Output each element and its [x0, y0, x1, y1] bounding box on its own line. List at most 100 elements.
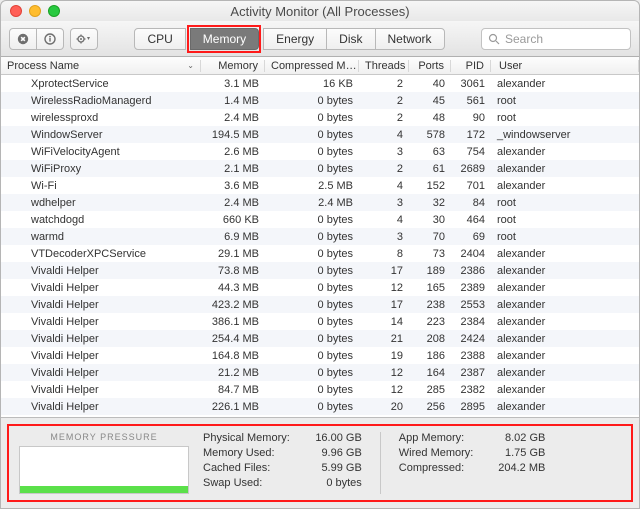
- cell-compressed: 0 bytes: [265, 384, 359, 396]
- cell-pid: 69: [451, 231, 491, 243]
- stat-value: 5.99 GB: [302, 462, 362, 474]
- cell-ports: 45: [409, 95, 451, 107]
- header-compressed[interactable]: Compressed M…: [265, 60, 359, 72]
- cell-compressed: 0 bytes: [265, 146, 359, 158]
- table-row[interactable]: wdhelper2.4 MB2.4 MB33284root: [1, 194, 639, 211]
- cell-name: wdhelper: [1, 197, 201, 209]
- table-row[interactable]: Vivaldi Helper73.8 MB0 bytes171892386ale…: [1, 262, 639, 279]
- cell-pid: 2553: [451, 299, 491, 311]
- memory-pressure-graph: [19, 446, 189, 494]
- cell-pid: 84: [451, 197, 491, 209]
- table-row[interactable]: Wi-Fi3.6 MB2.5 MB4152701alexander: [1, 177, 639, 194]
- cell-pid: 2387: [451, 367, 491, 379]
- cell-pid: 2386: [451, 265, 491, 277]
- header-memory[interactable]: Memory: [201, 60, 265, 72]
- cell-ports: 208: [409, 333, 451, 345]
- header-user[interactable]: User: [491, 60, 639, 72]
- cell-threads: 14: [359, 316, 409, 328]
- table-row[interactable]: Vivaldi Helper254.4 MB0 bytes212082424al…: [1, 330, 639, 347]
- toolbar-left-group: [9, 28, 64, 50]
- tab-network[interactable]: Network: [375, 28, 445, 50]
- cell-threads: 4: [359, 129, 409, 141]
- cell-user: alexander: [491, 180, 639, 192]
- cell-name: Vivaldi Helper: [1, 367, 201, 379]
- cell-ports: 223: [409, 316, 451, 328]
- settings-button[interactable]: [70, 28, 98, 50]
- cell-memory: 386.1 MB: [201, 316, 265, 328]
- cell-user: root: [491, 112, 639, 124]
- table-row[interactable]: WiFiVelocityAgent2.6 MB0 bytes363754alex…: [1, 143, 639, 160]
- cell-user: alexander: [491, 282, 639, 294]
- cell-ports: 61: [409, 163, 451, 175]
- table-row[interactable]: Vivaldi Helper84.7 MB0 bytes122852382ale…: [1, 381, 639, 398]
- cell-name: XprotectService: [1, 78, 201, 90]
- stat-label: App Memory:: [399, 432, 464, 444]
- cell-memory: 660 KB: [201, 214, 265, 226]
- stat-label: Cached Files:: [203, 462, 270, 474]
- cell-memory: 29.1 MB: [201, 248, 265, 260]
- cell-compressed: 0 bytes: [265, 333, 359, 345]
- search-input[interactable]: Search: [481, 28, 631, 50]
- cell-pid: 90: [451, 112, 491, 124]
- cell-pid: 172: [451, 129, 491, 141]
- cell-compressed: 2.5 MB: [265, 180, 359, 192]
- stop-process-button[interactable]: [9, 28, 37, 50]
- header-process-name[interactable]: Process Name⌄: [1, 60, 201, 72]
- cell-threads: 3: [359, 197, 409, 209]
- cell-memory: 2.6 MB: [201, 146, 265, 158]
- cell-memory: 6.9 MB: [201, 231, 265, 243]
- cell-user: alexander: [491, 146, 639, 158]
- tab-disk[interactable]: Disk: [326, 28, 375, 50]
- info-button[interactable]: [36, 28, 64, 50]
- table-row[interactable]: WiFiProxy2.1 MB0 bytes2612689alexander: [1, 160, 639, 177]
- table-row[interactable]: Vivaldi Helper423.2 MB0 bytes172382553al…: [1, 296, 639, 313]
- header-threads[interactable]: Threads: [359, 60, 409, 72]
- cell-user: root: [491, 214, 639, 226]
- table-row[interactable]: watchdogd660 KB0 bytes430464root: [1, 211, 639, 228]
- header-pid[interactable]: PID: [451, 60, 491, 72]
- cell-ports: 256: [409, 401, 451, 413]
- cell-compressed: 0 bytes: [265, 112, 359, 124]
- table-row[interactable]: warmd6.9 MB0 bytes37069root: [1, 228, 639, 245]
- titlebar: Activity Monitor (All Processes): [1, 1, 639, 21]
- table-row[interactable]: Vivaldi Helper21.2 MB0 bytes121642387ale…: [1, 364, 639, 381]
- table-row[interactable]: wirelessproxd2.4 MB0 bytes24890root: [1, 109, 639, 126]
- tab-cpu[interactable]: CPU: [134, 28, 185, 50]
- table-row[interactable]: WirelessRadioManagerd1.4 MB0 bytes245561…: [1, 92, 639, 109]
- cell-pid: 2382: [451, 384, 491, 396]
- cell-memory: 2.1 MB: [201, 163, 265, 175]
- table-row[interactable]: Vivaldi Helper226.1 MB0 bytes202562895al…: [1, 398, 639, 415]
- cell-memory: 73.8 MB: [201, 265, 265, 277]
- cell-threads: 4: [359, 180, 409, 192]
- stat-row: Compressed:204.2 MB: [399, 462, 546, 474]
- header-ports[interactable]: Ports: [409, 60, 451, 72]
- table-row[interactable]: Vivaldi Helper164.8 MB0 bytes191862388al…: [1, 347, 639, 364]
- table-row[interactable]: Vivaldi Helper44.3 MB0 bytes121652389ale…: [1, 279, 639, 296]
- stat-label: Swap Used:: [203, 477, 262, 489]
- tab-memory[interactable]: Memory: [190, 28, 259, 50]
- cell-ports: 164: [409, 367, 451, 379]
- cell-name: Vivaldi Helper: [1, 316, 201, 328]
- tab-energy[interactable]: Energy: [263, 28, 327, 50]
- footer: MEMORY PRESSURE Physical Memory:16.00 GB…: [1, 417, 639, 508]
- cell-memory: 3.6 MB: [201, 180, 265, 192]
- cell-name: Vivaldi Helper: [1, 265, 201, 277]
- stat-label: Compressed:: [399, 462, 464, 474]
- cell-threads: 19: [359, 350, 409, 362]
- chevron-down-icon: ⌄: [187, 61, 194, 70]
- cell-memory: 84.7 MB: [201, 384, 265, 396]
- cell-compressed: 0 bytes: [265, 214, 359, 226]
- cell-ports: 40: [409, 78, 451, 90]
- table-row[interactable]: WindowServer194.5 MB0 bytes4578172_windo…: [1, 126, 639, 143]
- cell-ports: 578: [409, 129, 451, 141]
- table-row[interactable]: XprotectService3.1 MB16 KB2403061alexand…: [1, 75, 639, 92]
- cell-name: WiFiVelocityAgent: [1, 146, 201, 158]
- stat-value: 8.02 GB: [485, 432, 545, 444]
- table-row[interactable]: VTDecoderXPCService29.1 MB0 bytes8732404…: [1, 245, 639, 262]
- cell-memory: 226.1 MB: [201, 401, 265, 413]
- table-row[interactable]: Vivaldi Helper386.1 MB0 bytes142232384al…: [1, 313, 639, 330]
- cell-compressed: 0 bytes: [265, 367, 359, 379]
- process-table[interactable]: XprotectService3.1 MB16 KB2403061alexand…: [1, 75, 639, 417]
- cell-threads: 12: [359, 282, 409, 294]
- memory-pressure-bar: [20, 486, 188, 493]
